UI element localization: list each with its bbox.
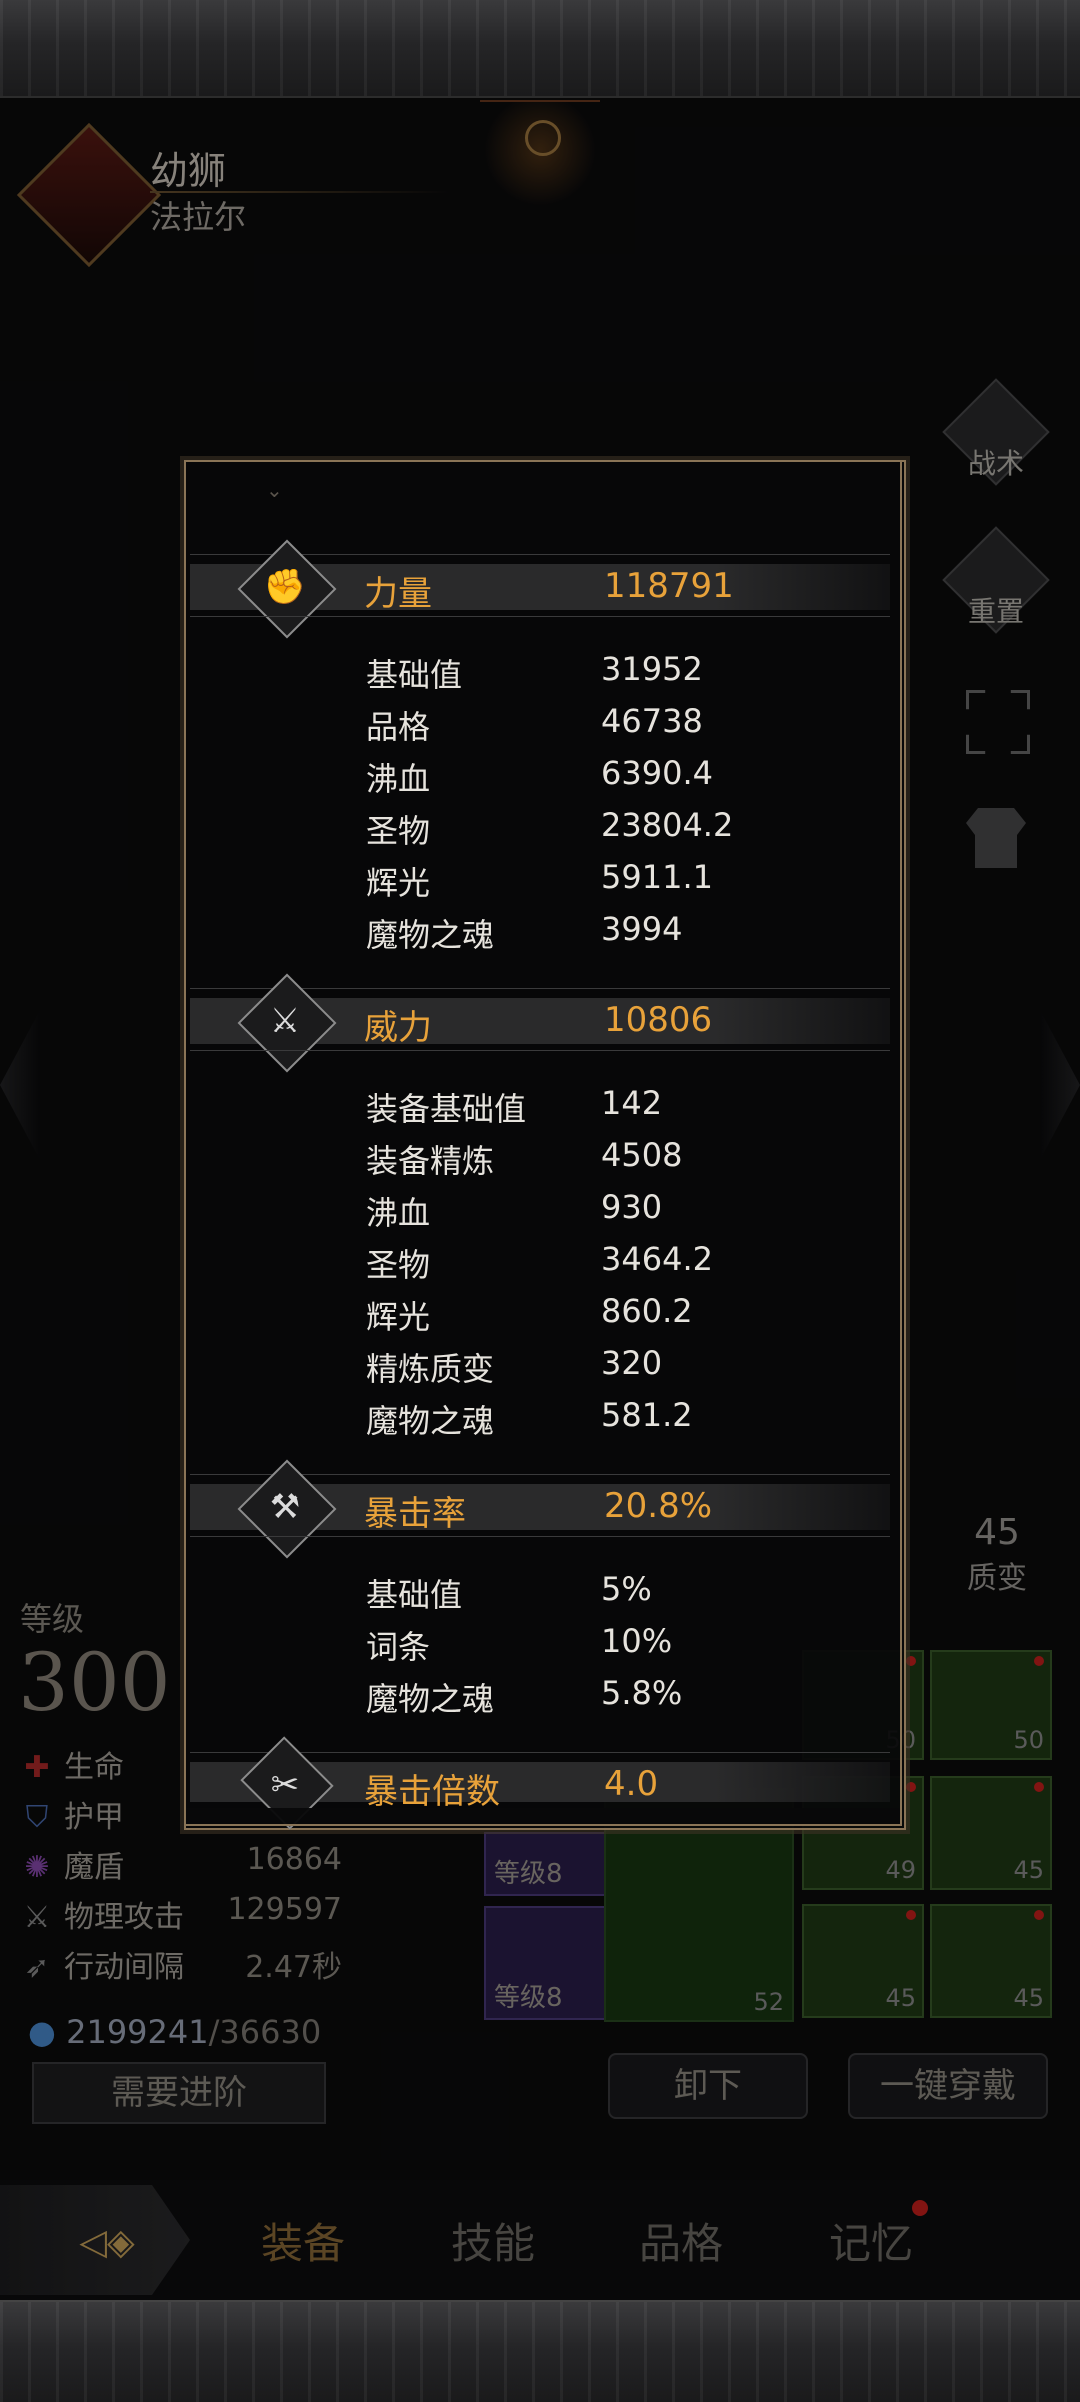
section-divider xyxy=(190,616,890,617)
section-value: 4.0 xyxy=(604,1764,659,1804)
row-value: 31952 xyxy=(601,650,703,688)
row-label: 圣物 xyxy=(366,812,431,850)
row-value: 6390.4 xyxy=(601,754,713,792)
sword-shield-icon: ⚔ xyxy=(269,1001,301,1041)
row-value: 5911.1 xyxy=(601,858,713,896)
fist-icon: ✊ xyxy=(263,567,307,607)
row-value: 142 xyxy=(601,1084,663,1122)
row-value: 10% xyxy=(601,1622,673,1660)
row-label: 装备基础值 xyxy=(366,1090,527,1128)
blade-icon: ✂ xyxy=(270,1765,300,1805)
row-label: 辉光 xyxy=(366,1298,431,1336)
top-ornament-bar xyxy=(0,0,1080,98)
row-label: 沸血 xyxy=(366,1194,431,1232)
row-label: 魔物之魂 xyxy=(366,1402,495,1440)
row-value: 5% xyxy=(601,1570,652,1608)
section-value: 20.8% xyxy=(604,1486,713,1526)
section-title: 力量 xyxy=(364,574,432,614)
row-label: 圣物 xyxy=(366,1246,431,1284)
panel-bottom-fade xyxy=(186,1808,900,1824)
row-label: 精炼质变 xyxy=(366,1350,495,1388)
row-value: 3994 xyxy=(601,910,683,948)
bottom-ornament-bar xyxy=(0,2300,1080,2402)
row-label: 装备精炼 xyxy=(366,1142,495,1180)
row-label: 品格 xyxy=(366,708,431,746)
row-label: 词条 xyxy=(366,1628,431,1666)
chevron-down-icon: ⌄ xyxy=(266,478,283,502)
row-label: 基础值 xyxy=(366,656,463,694)
row-value: 930 xyxy=(601,1188,663,1226)
row-label: 沸血 xyxy=(366,760,431,798)
attribute-detail-panel xyxy=(184,460,906,1830)
section-value: 10806 xyxy=(604,1000,713,1040)
row-value: 46738 xyxy=(601,702,703,740)
row-value: 320 xyxy=(601,1344,663,1382)
row-label: 辉光 xyxy=(366,864,431,902)
section-divider xyxy=(190,1050,890,1051)
section-divider xyxy=(190,1536,890,1537)
section-title: 暴击倍数 xyxy=(364,1772,500,1812)
axe-icon: ⚒ xyxy=(269,1487,301,1527)
row-value: 4508 xyxy=(601,1136,683,1174)
row-value: 860.2 xyxy=(601,1292,693,1330)
section-value: 118791 xyxy=(604,566,734,606)
panel-corner xyxy=(186,462,208,484)
row-label: 魔物之魂 xyxy=(366,916,495,954)
section-title: 暴击率 xyxy=(364,1494,466,1534)
row-label: 魔物之魂 xyxy=(366,1680,495,1718)
row-value: 5.8% xyxy=(601,1674,683,1712)
section-title: 威力 xyxy=(364,1008,432,1048)
row-value: 23804.2 xyxy=(601,806,734,844)
row-value: 3464.2 xyxy=(601,1240,713,1278)
panel-corner xyxy=(882,462,904,484)
row-value: 581.2 xyxy=(601,1396,693,1434)
row-label: 基础值 xyxy=(366,1576,463,1614)
